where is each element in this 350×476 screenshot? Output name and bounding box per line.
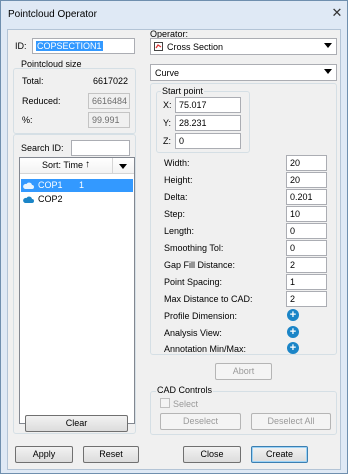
start-point-title: Start point [161, 86, 205, 96]
add-profile-dimension-icon[interactable]: + [287, 309, 299, 321]
select-checkbox-label: Select [173, 399, 199, 409]
reduced-field: 6616484 [88, 93, 130, 109]
analysis-view-label: Analysis View: [164, 328, 222, 338]
list-item-count: 1 [79, 180, 85, 190]
profile-dimension-label: Profile Dimension: [164, 311, 238, 321]
id-label: ID: [15, 41, 27, 51]
z-input[interactable]: 0 [175, 133, 241, 149]
height-label: Height: [164, 175, 193, 185]
cad-controls-title: CAD Controls [156, 385, 214, 395]
operator-select[interactable]: Cross Section [150, 38, 337, 55]
sort-dropdown-icon[interactable] [119, 164, 127, 169]
cross-section-icon [154, 42, 163, 51]
deselect-button[interactable]: Deselect [160, 413, 241, 430]
point-spacing-label: Point Spacing: [164, 277, 223, 287]
cop-list[interactable]: Sort: Time ↑ COP1 1 COP2 [19, 157, 135, 424]
percent-field: 99.991 [88, 112, 130, 128]
search-id-label: Search ID: [21, 143, 64, 153]
search-id-input[interactable] [71, 140, 130, 156]
max-distance-cad-label: Max Distance to CAD: [164, 294, 253, 304]
gap-fill-distance-label: Gap Fill Distance: [164, 260, 236, 270]
operator-value: Cross Section [167, 42, 224, 52]
sort-label[interactable]: Sort: Time [42, 160, 83, 170]
apply-button[interactable]: Apply [15, 446, 73, 463]
chevron-down-icon [324, 69, 332, 74]
sort-arrow-icon: ↑ [85, 159, 90, 170]
chevron-down-icon [324, 43, 332, 48]
height-input[interactable]: 20 [286, 172, 327, 188]
y-input[interactable]: 28.231 [175, 115, 241, 131]
window-title: Pointcloud Operator [8, 9, 97, 20]
point-spacing-input[interactable]: 1 [286, 274, 327, 290]
percent-label: %: [22, 115, 33, 125]
step-label: Step: [164, 209, 186, 219]
x-label: X: [163, 100, 172, 110]
x-input[interactable]: 75.017 [175, 97, 241, 113]
deselect-all-button[interactable]: Deselect All [251, 413, 331, 430]
smoothing-tol-input[interactable]: 0 [286, 240, 327, 256]
total-label: Total: [22, 76, 44, 86]
list-item-name: COP2 [38, 194, 63, 204]
list-header[interactable]: Sort: Time ↑ [20, 158, 134, 174]
list-item-name: COP1 [38, 180, 63, 190]
list-item[interactable]: COP1 1 [21, 179, 133, 192]
total-value: 6617022 [93, 76, 129, 86]
mode-value: Curve [155, 68, 180, 78]
delta-input[interactable]: 0.201 [286, 189, 327, 205]
annotation-min-max-label: Annotation Min/Max: [164, 344, 247, 354]
close-button[interactable]: Close [183, 446, 241, 463]
reset-button[interactable]: Reset [83, 446, 139, 463]
length-label: Length: [164, 226, 195, 236]
pointcloud-operator-window: Pointcloud Operator ✕ ID: COPSECTION1 Po… [0, 0, 348, 474]
cloud-icon [23, 182, 34, 189]
width-label: Width: [164, 158, 190, 168]
select-checkbox[interactable] [160, 398, 170, 408]
dialog-client-area: ID: COPSECTION1 Pointcloud size Total: 6… [7, 29, 341, 470]
create-button[interactable]: Create [251, 446, 308, 463]
z-label: Z: [163, 136, 171, 146]
max-distance-cad-input[interactable]: 2 [286, 291, 327, 307]
id-input[interactable]: COPSECTION1 [32, 38, 135, 54]
id-value: COPSECTION1 [36, 41, 103, 51]
smoothing-tol-label: Smoothing Tol: [164, 243, 224, 253]
cloud-icon [23, 196, 34, 203]
delta-label: Delta: [164, 192, 188, 202]
mode-select[interactable]: Curve [150, 64, 337, 81]
add-analysis-view-icon[interactable]: + [287, 326, 299, 338]
y-label: Y: [163, 118, 172, 128]
length-input[interactable]: 0 [286, 223, 327, 239]
clear-button[interactable]: Clear [25, 415, 128, 432]
title-bar[interactable]: Pointcloud Operator ✕ [1, 1, 347, 29]
step-input[interactable]: 10 [286, 206, 327, 222]
close-icon[interactable]: ✕ [330, 6, 344, 20]
header-divider [112, 158, 113, 173]
width-input[interactable]: 20 [286, 155, 327, 171]
add-annotation-min-max-icon[interactable]: + [287, 342, 299, 354]
list-item[interactable]: COP2 [21, 193, 133, 206]
gap-fill-distance-input[interactable]: 2 [286, 257, 327, 273]
abort-button[interactable]: Abort [215, 363, 272, 380]
reduced-label: Reduced: [22, 96, 61, 106]
